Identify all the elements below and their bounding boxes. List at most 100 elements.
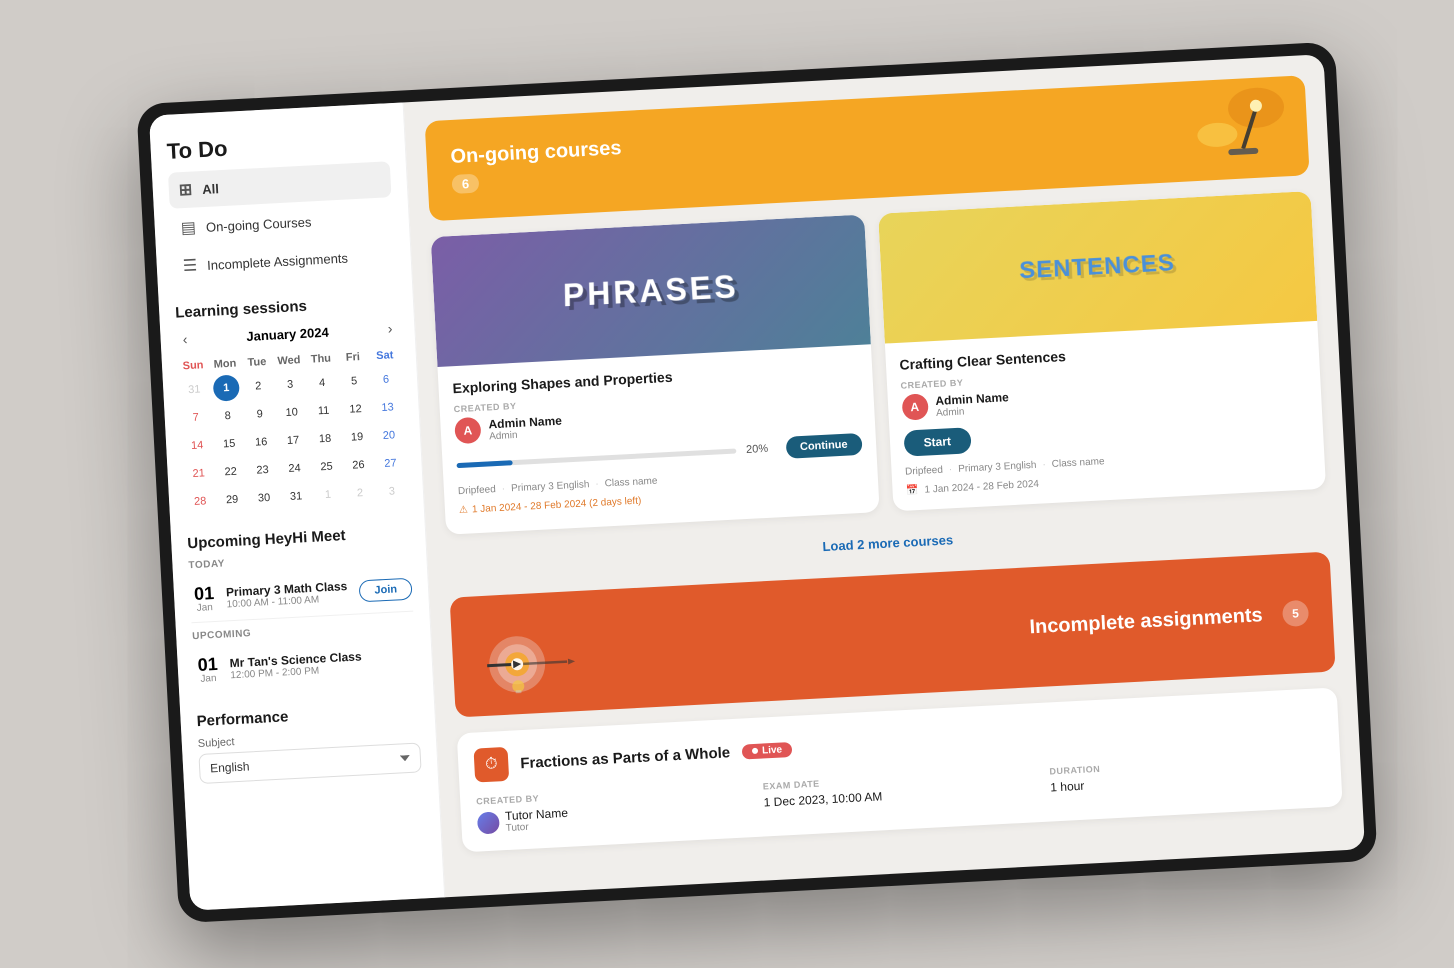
calendar-prev-button[interactable]: ‹ (176, 329, 194, 350)
assignments-icon: ☰ (182, 255, 197, 276)
progress-bar-fill (457, 460, 513, 468)
cal-day[interactable]: 28 (187, 488, 214, 515)
incomplete-banner-right: Incomplete assignments 5 (576, 600, 1309, 664)
calendar-grid: Sun Mon Tue Wed Thu Fri Sat 31 1 2 3 4 5 (178, 346, 408, 515)
tag-primary-english: Primary 3 English (511, 479, 590, 494)
creator-avatar-sentences: A (901, 393, 928, 420)
ongoing-banner-text: On-going courses 6 (450, 137, 623, 194)
date-warning-text: 1 Jan 2024 - 28 Feb 2024 (2 days left) (472, 496, 642, 516)
target-graphic (475, 611, 579, 696)
cal-day[interactable]: 20 (375, 422, 402, 449)
cal-day[interactable]: 11 (310, 397, 337, 424)
cal-day[interactable]: 22 (217, 458, 244, 485)
cal-header-mon: Mon (210, 354, 241, 374)
live-dot (752, 748, 758, 754)
assignment-title: Fractions as Parts of a Whole (520, 744, 731, 772)
incomplete-banner-title: Incomplete assignments (576, 604, 1263, 663)
thumb-text: PHRASES (563, 268, 740, 314)
menu-incomplete-label: Incomplete Assignments (207, 250, 348, 272)
assignment-card: ⏱ Fractions as Parts of a Whole Live CRE… (457, 687, 1343, 852)
cal-day[interactable]: 13 (374, 394, 401, 421)
meet-info-upcoming: Mr Tan's Science Class 12:00 PM - 2:00 P… (229, 647, 416, 682)
cal-day[interactable]: 18 (311, 425, 338, 452)
creator-name-role-2: Admin Name Admin (935, 390, 1010, 419)
cal-day[interactable]: 5 (340, 368, 367, 395)
cal-day[interactable]: 4 (308, 369, 335, 396)
courses-grid: PHRASES Exploring Shapes and Properties … (431, 191, 1326, 535)
incomplete-count-badge: 5 (1282, 600, 1309, 627)
cal-day[interactable]: 25 (313, 453, 340, 480)
cal-header-thu: Thu (305, 349, 336, 369)
subject-select[interactable]: English Math Science (198, 742, 421, 784)
performance-title: Performance (196, 701, 419, 730)
cal-day[interactable]: 14 (184, 432, 211, 459)
cal-day[interactable]: 6 (372, 366, 399, 393)
cal-day[interactable]: 27 (377, 450, 404, 477)
incomplete-banner[interactable]: Incomplete assignments 5 (450, 552, 1336, 718)
course-body-phrases: Exploring Shapes and Properties CREATED … (437, 344, 878, 530)
cal-day[interactable]: 31 (282, 483, 309, 510)
meet-day-num: 01 (197, 655, 218, 674)
tag-separator2: · (595, 479, 599, 490)
cal-day[interactable]: 21 (185, 460, 212, 487)
course-thumbnail-sentences: SENTENCES (878, 191, 1318, 344)
cal-day[interactable]: 3 (277, 371, 304, 398)
course-body-sentences: Crafting Clear Sentences CREATED BY A Ad… (884, 321, 1326, 511)
continue-button[interactable]: Continue (785, 433, 862, 459)
progress-percent: 20% (746, 442, 777, 456)
cal-day[interactable]: 15 (216, 430, 243, 457)
cal-day[interactable]: 16 (248, 429, 275, 456)
meet-month: Jan (196, 602, 213, 614)
meet-info-today: Primary 3 Math Class 10:00 AM - 11:00 AM (226, 578, 361, 610)
calendar-header: ‹ January 2024 › (176, 318, 399, 350)
creator-avatar-phrases: A (454, 417, 481, 444)
tag-separator: · (501, 484, 505, 495)
cal-header-tue: Tue (242, 353, 273, 373)
join-button[interactable]: Join (359, 577, 413, 602)
warning-icon: ⚠ (459, 505, 469, 516)
courses-icon: ▤ (180, 217, 196, 238)
cal-day[interactable]: 31 (181, 376, 208, 403)
meta-created-by: CREATED BY Tutor Name Tutor (476, 782, 753, 835)
upcoming-meet-title: Upcoming HeyHi Meet (187, 524, 410, 553)
calendar-icon: 📅 (906, 485, 919, 497)
cal-day[interactable]: 19 (343, 424, 370, 451)
cal-day[interactable]: 24 (281, 455, 308, 482)
menu-all-label: All (202, 181, 219, 197)
calendar-next-button[interactable]: › (381, 318, 399, 339)
load-more-button[interactable]: Load 2 more courses (814, 524, 962, 563)
todo-menu: ⊞ All ▤ On-going Courses ☰ Incomplete As… (168, 161, 396, 284)
cal-day[interactable]: 23 (249, 457, 276, 484)
cal-day-today[interactable]: 1 (213, 374, 240, 401)
upcoming-meet-section: Upcoming HeyHi Meet TODAY 01 Jan Primary… (187, 524, 417, 693)
thumb-text: SENTENCES (1019, 249, 1176, 285)
cal-day[interactable]: 3 (378, 478, 405, 505)
cal-day[interactable]: 12 (342, 396, 369, 423)
cal-day[interactable]: 2 (346, 480, 373, 507)
meet-day-num: 01 (194, 584, 215, 603)
progress-bar-bg (457, 448, 737, 468)
cal-header-sun: Sun (178, 356, 209, 376)
cal-day[interactable]: 30 (250, 485, 277, 512)
cal-day[interactable]: 7 (182, 404, 209, 431)
cal-day[interactable]: 29 (218, 486, 245, 513)
cal-day[interactable]: 9 (246, 401, 273, 428)
tag-sep: · (949, 464, 953, 475)
menu-ongoing-label: On-going Courses (206, 214, 312, 235)
course-count-badge: 6 (451, 174, 479, 194)
cal-day[interactable]: 26 (345, 452, 372, 479)
tag-class-2: Class name (1051, 456, 1104, 470)
cal-day[interactable]: 17 (279, 427, 306, 454)
cal-day[interactable]: 1 (314, 481, 341, 508)
tag-english-2: Primary 3 English (958, 460, 1037, 475)
start-button[interactable]: Start (903, 427, 972, 456)
tag-class-name: Class name (604, 476, 657, 490)
cal-day[interactable]: 10 (278, 399, 305, 426)
cal-day[interactable]: 2 (245, 373, 272, 400)
todo-section: To Do ⊞ All ▤ On-going Courses ☰ Incompl… (166, 127, 395, 284)
lamp-icon (1185, 76, 1290, 185)
tutor-avatar (477, 811, 500, 834)
cal-day[interactable]: 8 (214, 402, 241, 429)
cal-header-fri: Fri (337, 348, 368, 368)
calendar: ‹ January 2024 › Sun Mon Tue Wed Thu Fri… (176, 318, 407, 515)
